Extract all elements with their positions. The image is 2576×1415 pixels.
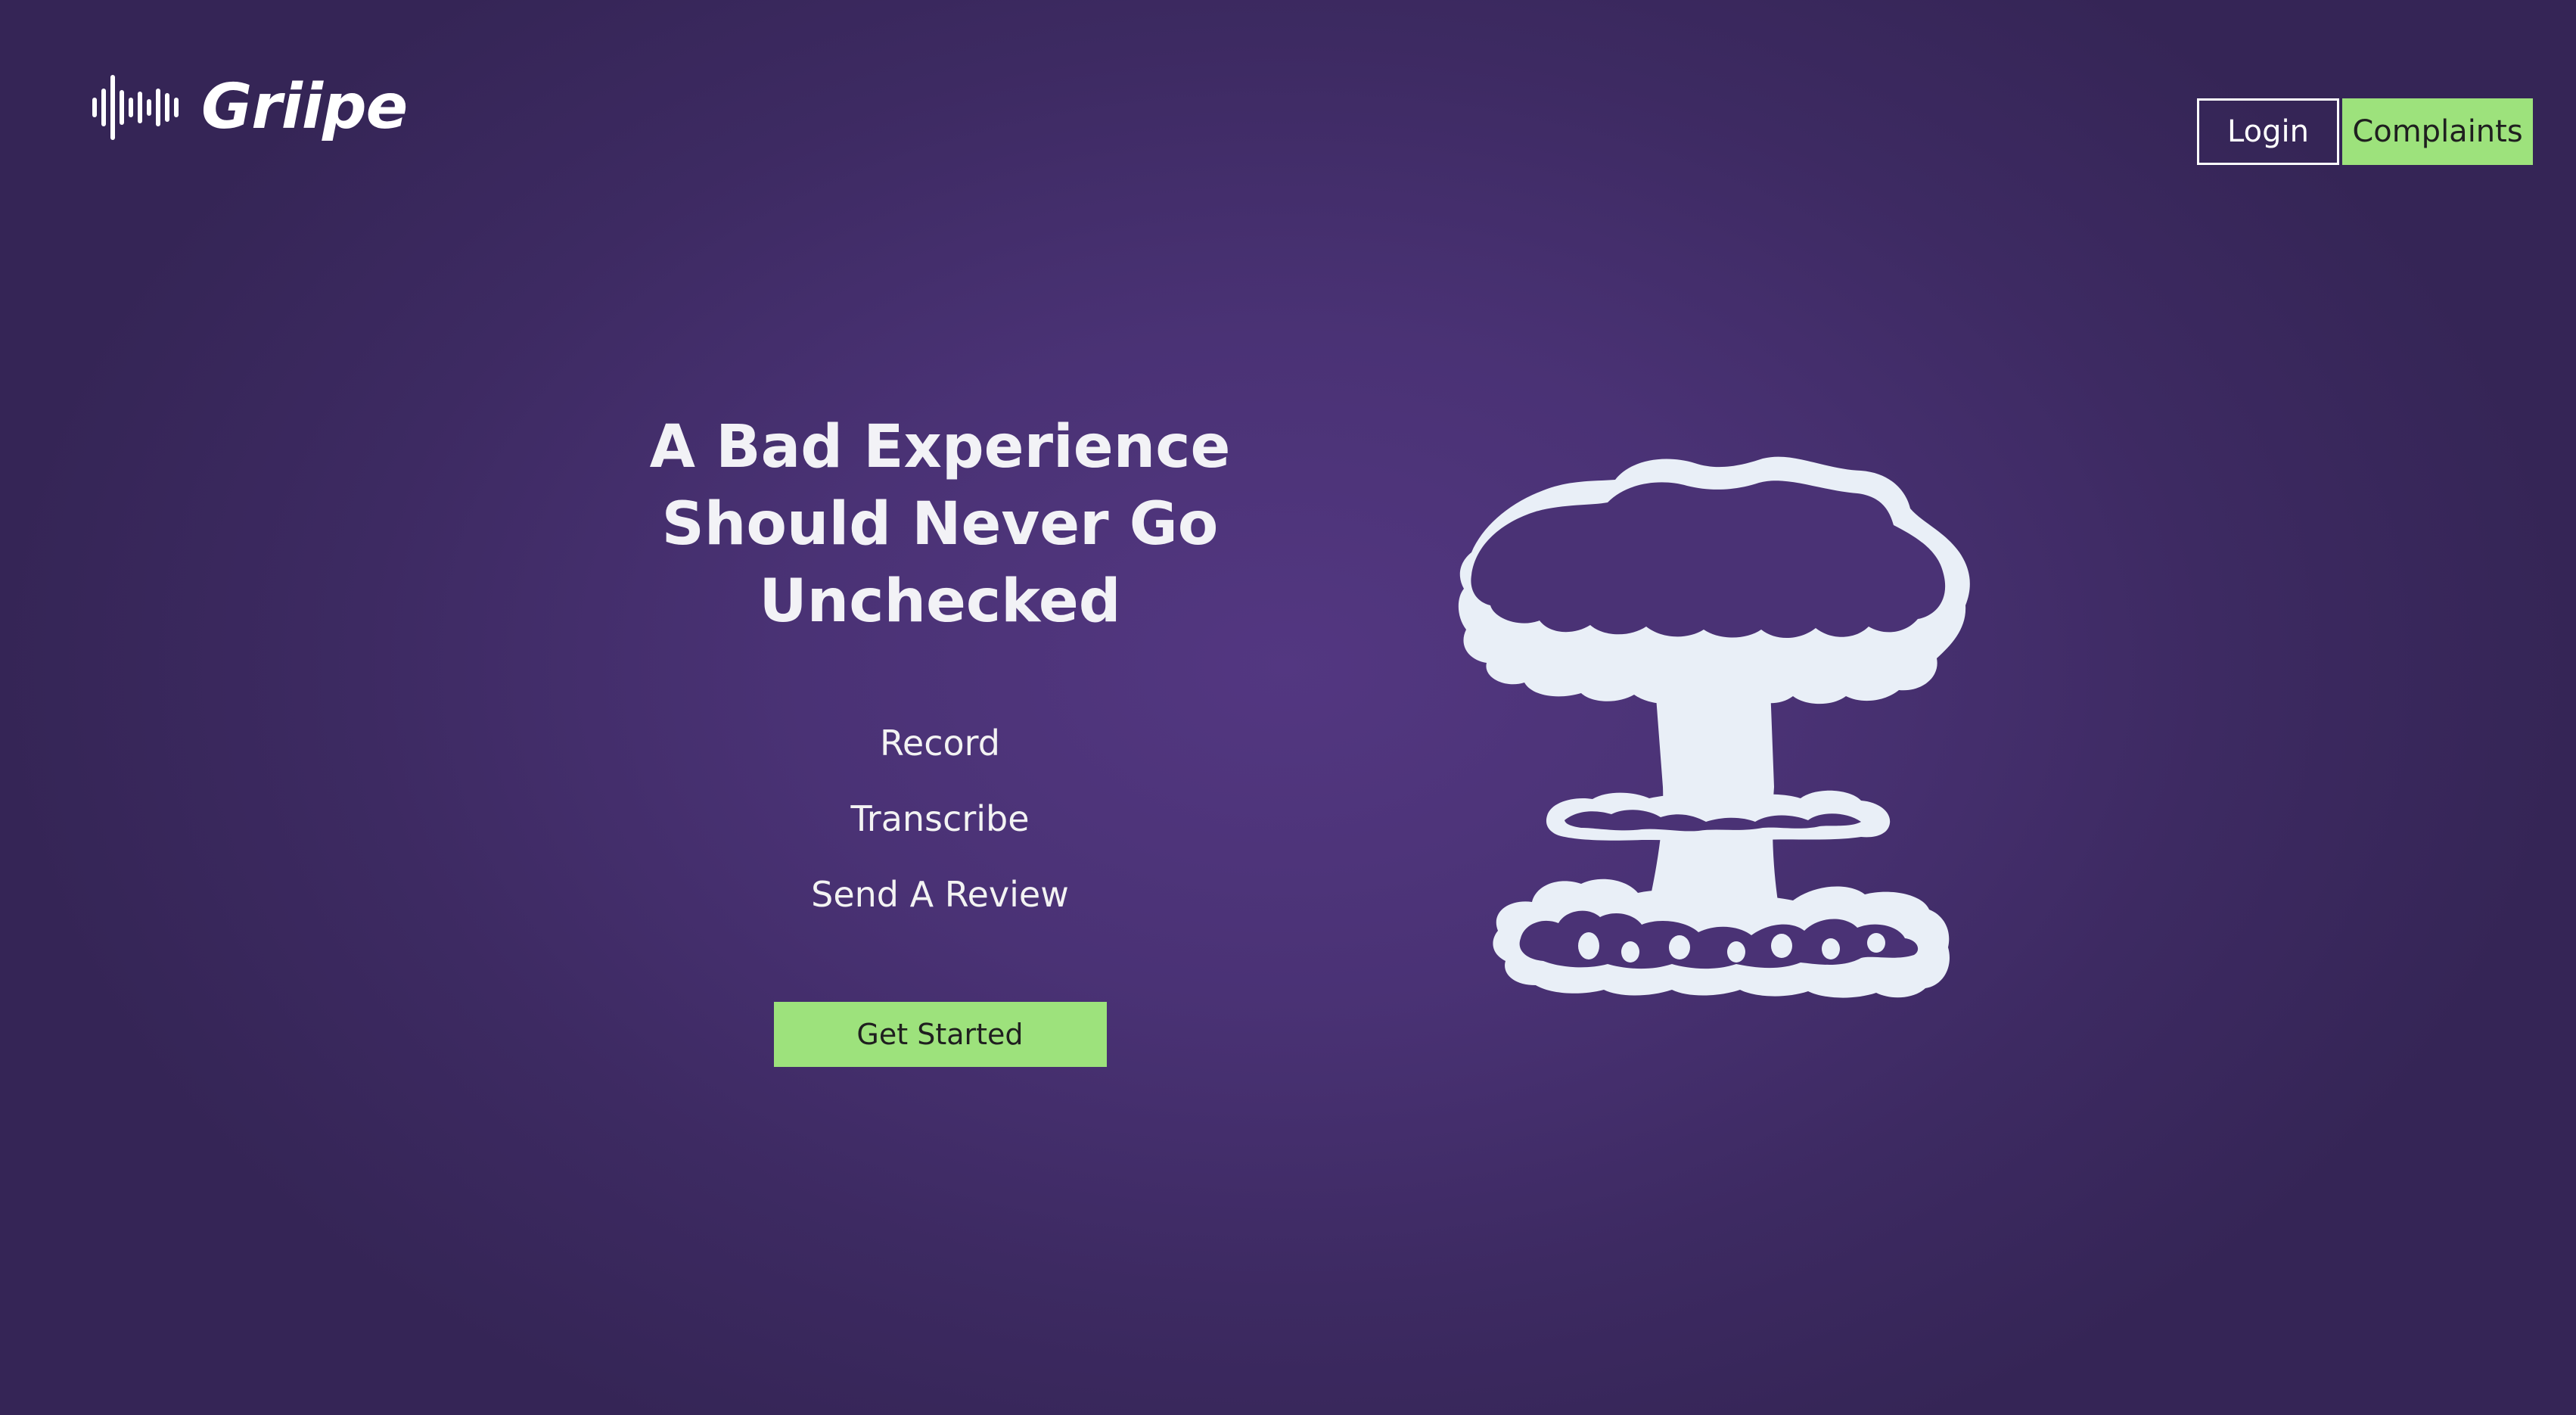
- headline-line: Unchecked: [759, 568, 1121, 636]
- headline-line: A Bad Experience: [649, 413, 1231, 481]
- feature-record: Record: [880, 723, 1000, 763]
- complaints-button[interactable]: Complaints: [2342, 98, 2533, 165]
- feature-list: Record Transcribe Send A Review: [552, 705, 1328, 932]
- mushroom-cloud-icon: [1458, 456, 1970, 998]
- brand-logo[interactable]: Griipe: [91, 70, 408, 145]
- feature-send-review: Send A Review: [811, 874, 1069, 915]
- login-button[interactable]: Login: [2197, 98, 2339, 165]
- brand-name: Griipe: [201, 71, 408, 143]
- get-started-button[interactable]: Get Started: [773, 1002, 1107, 1067]
- top-nav: Login Complaints: [2197, 98, 2533, 165]
- hero-content: A Bad Experience Should Never Go Uncheck…: [552, 409, 1328, 1067]
- hero-headline: A Bad Experience Should Never Go Uncheck…: [552, 409, 1328, 640]
- sound-wave-icon: [92, 75, 179, 140]
- headline-line: Should Never Go: [661, 490, 1219, 558]
- feature-transcribe: Transcribe: [850, 798, 1030, 839]
